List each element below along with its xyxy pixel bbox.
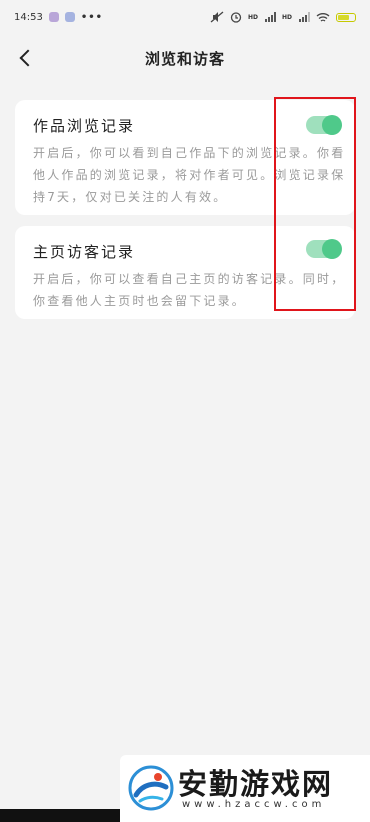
page-title: 浏览和访客 [144, 50, 225, 68]
bottom-edge-bar [0, 809, 120, 822]
watermark: 安勤游戏网 www.hzaccw.com [120, 755, 370, 822]
watermark-text: 安勤游戏网 [178, 767, 334, 801]
annotation-highlight-box [274, 97, 356, 311]
watermark-logo-icon [128, 765, 174, 811]
signal-icon [264, 12, 276, 22]
status-time: 14:53 [14, 11, 43, 23]
nav-bar: 浏览和访客 [0, 40, 370, 76]
battery-icon [336, 12, 356, 22]
watermark-url: www.hzaccw.com [182, 799, 326, 810]
hd-label: HD [281, 13, 292, 21]
more-notifications-icon: ••• [80, 11, 104, 23]
status-bar: 14:53 ••• HD HD [0, 0, 370, 34]
wifi-icon [316, 12, 330, 22]
app-notification-icon [48, 12, 59, 22]
alarm-icon [230, 12, 242, 23]
hd-label: HD [247, 13, 258, 21]
signal-icon [299, 12, 310, 22]
mute-icon [210, 11, 224, 23]
app-notification-icon [64, 12, 75, 22]
status-right: HD HD [210, 11, 356, 23]
status-left: 14:53 ••• [14, 12, 103, 23]
